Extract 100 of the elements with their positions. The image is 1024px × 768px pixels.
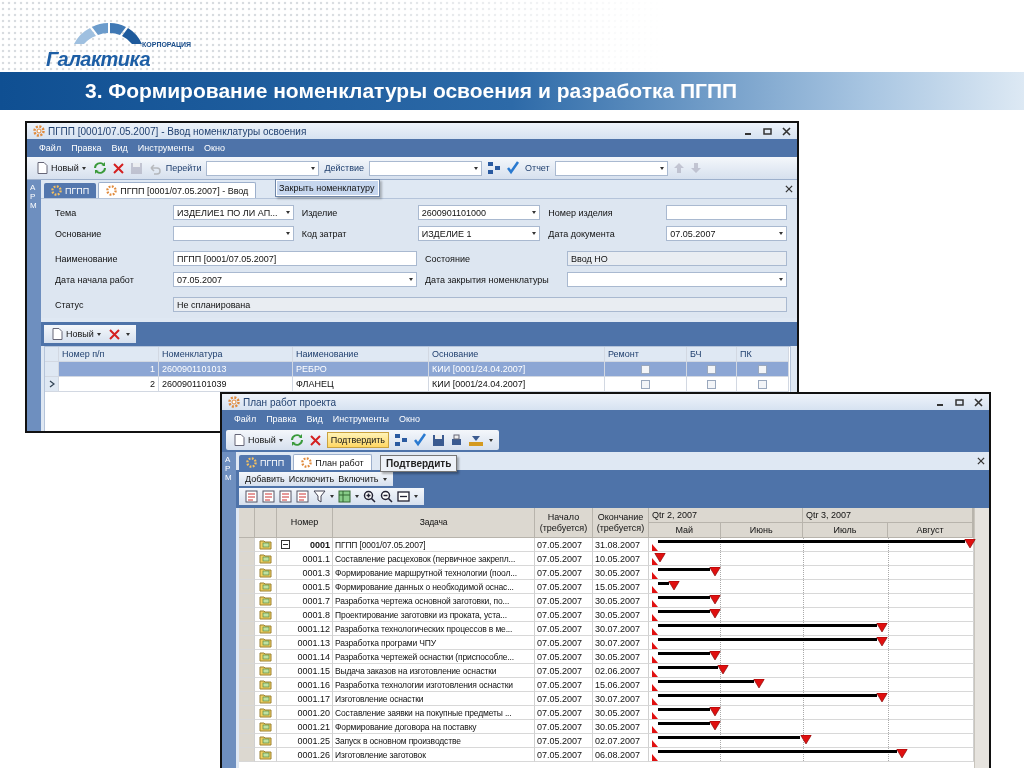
column-header[interactable]: Основание bbox=[429, 347, 605, 362]
confirm-button[interactable]: Подтвердить bbox=[326, 432, 390, 448]
grid-icon[interactable] bbox=[338, 490, 351, 503]
fit-width-icon[interactable] bbox=[397, 490, 410, 503]
new-button[interactable]: Новый bbox=[35, 161, 88, 175]
up-arrow-icon[interactable] bbox=[672, 162, 685, 174]
column-header[interactable]: Наименование bbox=[293, 347, 429, 362]
close-icon[interactable] bbox=[974, 397, 983, 407]
refresh-icon[interactable] bbox=[92, 161, 107, 175]
new-button[interactable]: Новый bbox=[232, 433, 285, 447]
input-field[interactable]: ИЗДЕЛИЕ 1 bbox=[417, 226, 541, 241]
input-field[interactable] bbox=[173, 226, 294, 241]
input-field[interactable]: ИЗДЕЛИЕ1 ПО ЛИ АП... bbox=[173, 205, 294, 220]
tree-icon[interactable] bbox=[487, 161, 502, 175]
action-button[interactable]: Исключить bbox=[288, 474, 335, 484]
export-icon[interactable] bbox=[468, 433, 485, 447]
input-field[interactable]: 07.05.2007 bbox=[173, 272, 417, 287]
print-icon[interactable] bbox=[450, 433, 464, 447]
collapse-icon[interactable] bbox=[281, 540, 290, 549]
month-header: Август bbox=[887, 522, 973, 537]
input-field[interactable]: 07.05.2007 bbox=[666, 226, 787, 241]
row-selector[interactable] bbox=[45, 377, 59, 392]
table-row[interactable]: 0001.15 Выдача заказов на изготовление оснастки 07.05.2007 02.06.2007 bbox=[239, 664, 974, 678]
checkbox[interactable] bbox=[707, 364, 716, 374]
delete-icon[interactable] bbox=[107, 327, 121, 341]
view-icon[interactable] bbox=[262, 490, 275, 503]
checkbox[interactable] bbox=[707, 379, 716, 389]
column-header[interactable]: Номер п/п bbox=[59, 347, 159, 362]
delete-icon[interactable] bbox=[111, 161, 125, 175]
table-row[interactable]: 0001.1 Составление расцеховок (первичное закрепл... 07.05.2007 10.05.2007 bbox=[239, 552, 974, 566]
table-cell: 07.05.2007 bbox=[535, 538, 593, 552]
input-field[interactable] bbox=[567, 272, 787, 287]
refresh-icon[interactable] bbox=[289, 433, 304, 447]
table-cell: 0001.15 bbox=[297, 665, 330, 676]
checkbox[interactable] bbox=[641, 379, 650, 389]
column-header[interactable]: ПК bbox=[737, 347, 789, 362]
delete-icon[interactable] bbox=[308, 433, 322, 447]
tab[interactable]: План работ bbox=[293, 454, 372, 470]
undo-icon[interactable] bbox=[147, 161, 161, 175]
column-header[interactable]: Задача bbox=[333, 508, 535, 538]
view-icon[interactable] bbox=[296, 490, 309, 503]
action-button[interactable]: Включить bbox=[338, 474, 379, 484]
menu-item[interactable]: Окно bbox=[203, 143, 225, 153]
checkbox[interactable] bbox=[641, 364, 650, 374]
report-combo[interactable] bbox=[554, 160, 668, 176]
restore-icon[interactable] bbox=[763, 126, 772, 136]
input-field[interactable]: Ввод НО bbox=[567, 251, 787, 266]
save-icon[interactable] bbox=[432, 433, 446, 447]
table-cell: 07.05.2007 bbox=[535, 622, 593, 636]
dropdown-item[interactable]: Закрыть номенклатуру bbox=[277, 181, 379, 195]
tree-icon[interactable] bbox=[394, 433, 409, 447]
gear-icon bbox=[51, 185, 62, 196]
menu-item[interactable]: Инструменты bbox=[137, 143, 194, 153]
input-field[interactable] bbox=[666, 205, 787, 220]
table-row[interactable]: 0001.5 Формирование данных о необходимой оснас... 07.05.2007 15.05.2007 bbox=[239, 580, 974, 594]
new-button[interactable]: Новый bbox=[50, 327, 103, 341]
tab[interactable]: ПГПП bbox=[44, 183, 97, 198]
close-icon[interactable] bbox=[785, 185, 793, 193]
table-row[interactable]: 0001 ПГПП [0001/07.05.2007] 07.05.2007 31.08.2007 bbox=[239, 538, 974, 552]
filter-icon[interactable] bbox=[313, 490, 326, 503]
zoom-out-icon[interactable] bbox=[380, 490, 393, 503]
view-icon[interactable] bbox=[245, 490, 258, 503]
menu-item[interactable]: Файл bbox=[234, 414, 257, 424]
table-cell: 0001.3 bbox=[302, 567, 330, 578]
task-bar[interactable] bbox=[657, 666, 719, 669]
column-header[interactable]: Номер bbox=[277, 508, 333, 538]
task-bar[interactable] bbox=[657, 582, 669, 585]
tab[interactable]: ПГПП [0001/07.05.2007] - Ввод bbox=[98, 182, 257, 198]
tab[interactable]: ПГПП bbox=[239, 455, 292, 470]
input-field[interactable]: ПГПП [0001/07.05.2007] bbox=[173, 251, 417, 266]
checkbox[interactable] bbox=[758, 364, 767, 374]
check-icon[interactable] bbox=[413, 433, 428, 447]
restore-icon[interactable] bbox=[955, 397, 964, 407]
end-marker-icon bbox=[654, 553, 666, 562]
column-header[interactable]: Начало (требуется) bbox=[535, 508, 593, 538]
menu-item[interactable]: Правка bbox=[71, 143, 102, 153]
goto-combo[interactable] bbox=[206, 160, 320, 176]
view-icon[interactable] bbox=[279, 490, 292, 503]
menu-item[interactable]: Вид bbox=[111, 143, 128, 153]
check-icon[interactable] bbox=[506, 161, 521, 175]
menu-item[interactable]: Файл bbox=[39, 143, 62, 153]
input-field[interactable]: Не спланирована bbox=[173, 297, 787, 312]
scrollbar[interactable] bbox=[974, 508, 989, 768]
menu-item[interactable]: Правка bbox=[266, 414, 297, 424]
column-header[interactable]: Ремонт bbox=[605, 347, 687, 362]
action-button[interactable]: Добавить bbox=[245, 474, 285, 484]
menu-item[interactable]: Вид bbox=[306, 414, 323, 424]
checkbox[interactable] bbox=[758, 379, 767, 389]
menu-item[interactable]: Окно bbox=[398, 414, 420, 424]
table-cell: 07.05.2007 bbox=[535, 734, 593, 748]
zoom-in-icon[interactable] bbox=[363, 490, 376, 503]
table-cell: 0001.5 bbox=[302, 581, 330, 592]
input-field[interactable]: 2600901101000 bbox=[417, 205, 541, 220]
close-icon[interactable] bbox=[782, 126, 791, 136]
down-arrow-icon[interactable] bbox=[689, 162, 702, 174]
column-header[interactable]: БЧ bbox=[687, 347, 737, 362]
close-icon[interactable] bbox=[977, 457, 985, 465]
column-header[interactable]: Номенклатура bbox=[159, 347, 293, 362]
menu-item[interactable]: Инструменты bbox=[332, 414, 389, 424]
column-header[interactable]: Окончание (требуется) bbox=[593, 508, 649, 538]
